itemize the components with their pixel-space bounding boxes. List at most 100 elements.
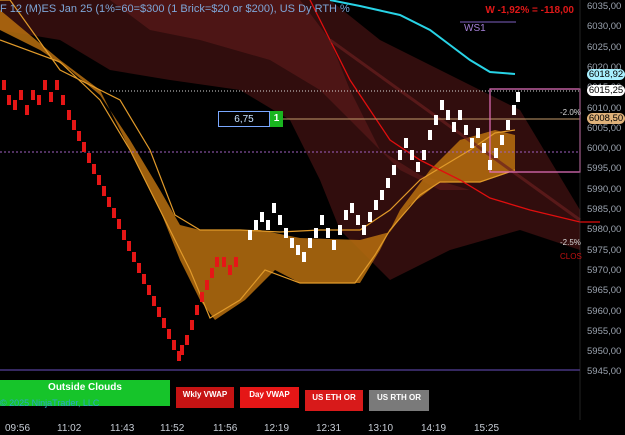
down-brick bbox=[185, 335, 189, 345]
price-tick-label: 5985,00 bbox=[587, 204, 622, 215]
down-brick bbox=[25, 105, 29, 115]
price-tick-label: 5960,00 bbox=[587, 305, 622, 317]
up-brick bbox=[482, 143, 486, 153]
price-tick-label: 5980,00 bbox=[587, 224, 622, 236]
order-qty-box[interactable]: 1 bbox=[270, 111, 283, 127]
down-brick bbox=[92, 164, 96, 174]
time-tick-label: 13:10 bbox=[368, 423, 394, 434]
up-brick bbox=[344, 210, 348, 220]
up-brick bbox=[296, 245, 300, 255]
down-brick bbox=[77, 131, 81, 141]
down-brick bbox=[147, 285, 151, 295]
down-brick bbox=[37, 95, 41, 105]
down-brick bbox=[67, 110, 71, 120]
down-brick bbox=[162, 318, 166, 328]
up-brick bbox=[440, 100, 444, 110]
day-vwap-button[interactable]: Day VWAP bbox=[240, 387, 299, 408]
time-tick-label: 11:02 bbox=[57, 423, 82, 434]
down-brick bbox=[157, 307, 161, 317]
up-brick bbox=[422, 150, 426, 160]
up-brick bbox=[506, 120, 510, 130]
order-price-box[interactable]: 6,75 bbox=[218, 111, 270, 127]
down-brick bbox=[2, 80, 6, 90]
down-brick bbox=[112, 208, 116, 218]
price-tick-label: 6005,00 bbox=[587, 122, 622, 134]
up-brick bbox=[260, 212, 264, 222]
up-brick bbox=[332, 240, 336, 250]
time-tick-label: 14:19 bbox=[421, 423, 447, 434]
ws1-label: WS1 bbox=[464, 23, 486, 34]
time-tick-label: 12:31 bbox=[316, 423, 342, 434]
up-brick bbox=[362, 225, 366, 235]
us-eth-or-button[interactable]: US ETH OR bbox=[305, 390, 363, 411]
up-brick bbox=[320, 215, 324, 225]
up-brick bbox=[308, 238, 312, 248]
time-tick-label: 09:56 bbox=[5, 423, 31, 434]
down-brick bbox=[107, 197, 111, 207]
down-brick bbox=[132, 252, 136, 262]
down-brick bbox=[167, 329, 171, 339]
up-brick bbox=[290, 238, 294, 248]
down-brick bbox=[142, 274, 146, 284]
up-brick bbox=[350, 203, 354, 213]
up-brick bbox=[314, 228, 318, 238]
down-brick bbox=[31, 90, 35, 100]
price-tick-label: 6035,00 bbox=[587, 1, 622, 12]
price-tick-label: 5965,00 bbox=[587, 285, 622, 297]
price-tick-label: 6030,00 bbox=[587, 21, 622, 33]
cyan-price-tag: 6018,92 bbox=[587, 69, 625, 80]
up-brick bbox=[356, 215, 360, 225]
copyright-text: © 2025 NinjaTrader, LLC bbox=[0, 398, 100, 408]
down-brick bbox=[7, 95, 11, 105]
down-brick bbox=[97, 175, 101, 185]
price-tick-label: 5970,00 bbox=[587, 264, 622, 276]
up-brick bbox=[326, 228, 330, 238]
down-brick bbox=[190, 320, 194, 330]
time-tick-label: 11:52 bbox=[160, 423, 185, 434]
price-tick-label: 5975,00 bbox=[587, 244, 622, 256]
down-brick bbox=[180, 345, 184, 355]
up-brick bbox=[446, 110, 450, 120]
up-brick bbox=[516, 92, 520, 102]
down-brick bbox=[72, 120, 76, 130]
up-brick bbox=[272, 203, 276, 213]
time-tick-label: 11:43 bbox=[110, 423, 135, 434]
down-brick bbox=[82, 142, 86, 152]
close-label: CLOS bbox=[560, 252, 582, 261]
down-brick bbox=[102, 186, 106, 196]
price-tick-label: 5945,00 bbox=[587, 366, 622, 378]
down-brick bbox=[210, 268, 214, 278]
up-brick bbox=[248, 230, 252, 240]
up-brick bbox=[476, 128, 480, 138]
up-brick bbox=[338, 225, 342, 235]
down-brick bbox=[205, 280, 209, 290]
price-tick-label: 6025,00 bbox=[587, 41, 622, 53]
current-price-tag: 6015,25 bbox=[587, 85, 625, 96]
chart-canvas[interactable] bbox=[0, 0, 625, 435]
up-brick bbox=[470, 138, 474, 148]
up-brick bbox=[404, 138, 408, 148]
price-tick-label: 5995,00 bbox=[587, 163, 622, 175]
price-tick-label: 6010,00 bbox=[587, 102, 622, 114]
price-tick-label: 5955,00 bbox=[587, 325, 622, 337]
down-brick bbox=[195, 305, 199, 315]
down-brick bbox=[122, 230, 126, 240]
up-brick bbox=[386, 178, 390, 188]
up-brick bbox=[452, 122, 456, 132]
down-brick bbox=[228, 265, 232, 275]
down-brick bbox=[127, 241, 131, 251]
up-brick bbox=[368, 212, 372, 222]
price-tick-label: 5990,00 bbox=[587, 183, 622, 195]
us-rth-or-button[interactable]: US RTH OR bbox=[369, 390, 429, 411]
up-brick bbox=[494, 148, 498, 158]
down-brick bbox=[152, 296, 156, 306]
time-tick-label: 11:56 bbox=[213, 423, 238, 434]
down-brick bbox=[234, 257, 238, 267]
wkly-vwap-button[interactable]: Wkly VWAP bbox=[176, 387, 234, 408]
up-brick bbox=[278, 215, 282, 225]
up-brick bbox=[434, 115, 438, 125]
pnl-readout: W -1,92% = -118,00 bbox=[485, 5, 574, 16]
down-brick bbox=[13, 100, 17, 110]
up-brick bbox=[416, 162, 420, 172]
up-brick bbox=[398, 150, 402, 160]
